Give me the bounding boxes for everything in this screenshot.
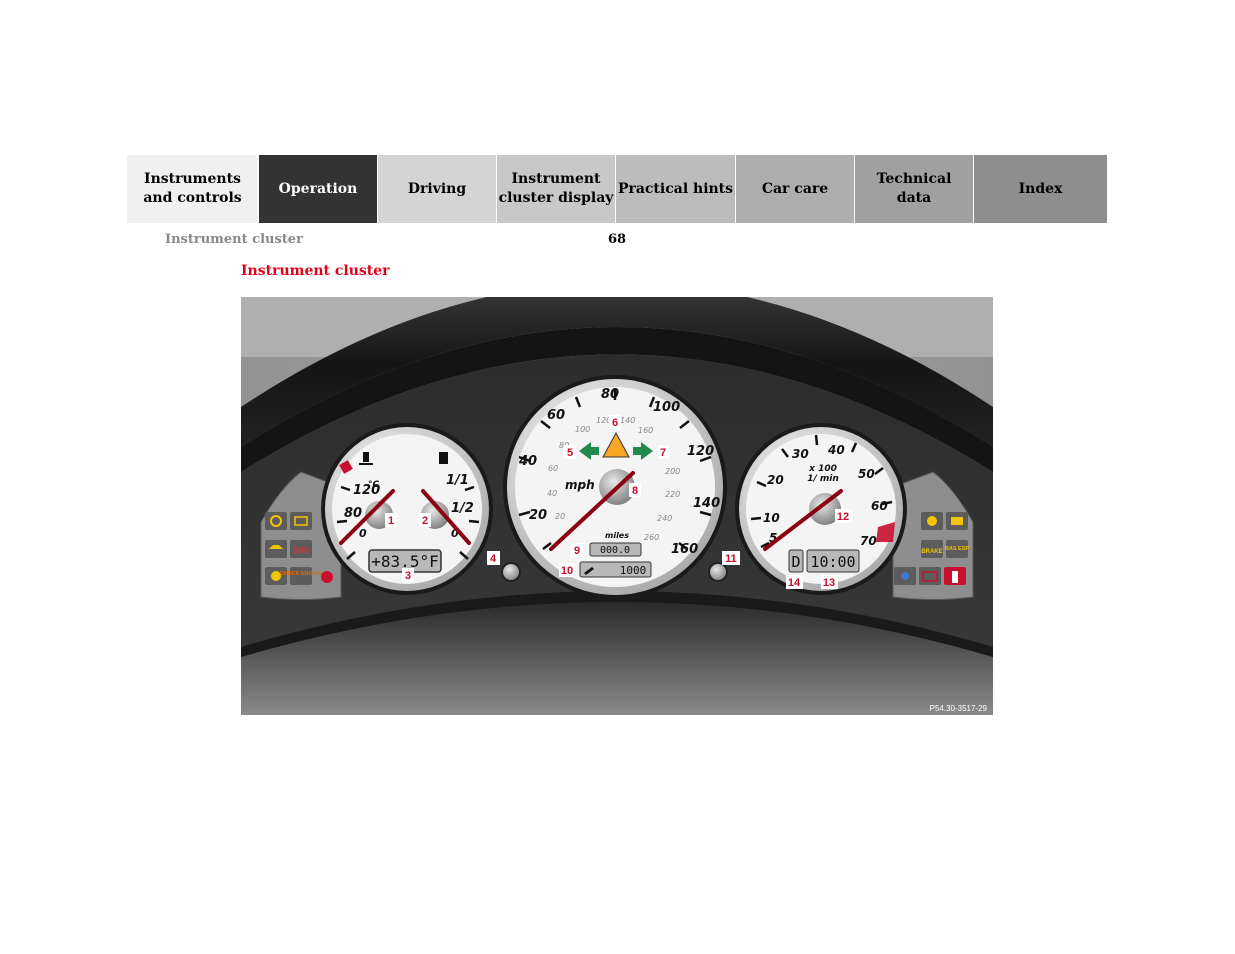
speed-160-label: 160	[671, 542, 698, 557]
speed-40-label: 40	[518, 454, 537, 469]
rpm-20-label: 20	[767, 473, 784, 487]
callout-9: 9	[574, 545, 580, 557]
srs-lamp-label: SRS	[293, 546, 310, 555]
speed-80-label: 80	[601, 387, 619, 402]
rpm-50-label: 50	[858, 467, 875, 481]
high-beam-icon	[901, 572, 909, 580]
seatbelt-icon	[952, 571, 958, 583]
speed-unit-label: mph	[565, 478, 595, 492]
speedometer: 20 40 60 80 100 120 140 160 20 40 60 80 …	[503, 375, 727, 599]
callout-7: 7	[660, 447, 666, 459]
section-title: Instrument cluster	[241, 263, 390, 279]
callout-5: 5	[567, 447, 573, 459]
tachometer: 5 10 20 30 40 50 60 70 x 100 1/ min D 10…	[735, 423, 907, 595]
figure-code: P54.30-3517-29	[930, 704, 988, 713]
rpm-40-label: 40	[827, 443, 845, 457]
running-header: Instrument cluster	[165, 232, 303, 247]
rpm-70-label: 70	[860, 534, 877, 548]
instrument-cluster-figure: SRS CHECK ENGINE BRAKE BAS ESP 120 80 0 …	[241, 297, 993, 715]
speed-140-label: 140	[693, 496, 720, 511]
callout-12: 12	[837, 511, 849, 523]
kmh-60-label: 60	[548, 464, 558, 473]
gear-indicator-display: D	[791, 553, 800, 571]
clock-adjust-knob	[708, 562, 728, 582]
kmh-120-label: 120	[596, 416, 611, 425]
callout-14: 14	[788, 577, 801, 589]
fuel-half-label: 1/2	[451, 501, 474, 516]
rpm-unit-label: 1/ min	[807, 474, 839, 484]
chapter-tab-5[interactable]: Car care	[736, 155, 855, 223]
clock-display: 10:00	[810, 553, 855, 571]
kmh-220-label: 220	[665, 490, 680, 499]
bas-esp-lamp-label: BAS ESP	[945, 546, 969, 552]
callout-4: 4	[490, 553, 497, 565]
rpm-unit-multiplier: x 100	[808, 464, 837, 474]
temp-80-label: 80	[344, 506, 362, 521]
callout-3: 3	[405, 570, 411, 582]
callout-8: 8	[632, 485, 638, 497]
speed-100-label: 100	[653, 400, 680, 415]
kmh-100-label: 100	[575, 425, 590, 434]
trip-reset-knob	[501, 562, 521, 582]
speed-20-label: 20	[529, 508, 547, 523]
chapter-tab-6[interactable]: Technical data	[855, 155, 974, 223]
chapter-tab-4[interactable]: Practical hints	[616, 155, 736, 223]
callout-10: 10	[561, 565, 573, 577]
esp-icon	[951, 517, 963, 525]
check-engine-lamp-label: CHECK ENGINE	[280, 571, 323, 577]
fuel-pump-icon	[439, 452, 448, 464]
chapter-tab-3[interactable]: Instrument cluster display	[497, 155, 616, 223]
callout-13: 13	[823, 577, 835, 589]
chapter-tab-2[interactable]: Driving	[378, 155, 497, 223]
rpm-10-label: 10	[763, 511, 780, 525]
chapter-tab-bar: Instruments and controls Operation Driving…	[127, 155, 1108, 223]
kmh-140-label: 140	[620, 416, 635, 425]
callout-2: 2	[422, 515, 428, 527]
rpm-30-label: 30	[792, 447, 809, 461]
kmh-40-label: 40	[547, 489, 557, 498]
kmh-240-label: 240	[657, 514, 672, 523]
chapter-tab-1[interactable]: Operation	[259, 155, 378, 223]
rpm-60-label: 60	[871, 499, 888, 513]
odometer-unit-label: miles	[605, 531, 629, 540]
speed-60-label: 60	[547, 408, 565, 423]
temp-unit-label: °C	[368, 480, 380, 490]
callout-11: 11	[725, 553, 737, 565]
trip-odometer-display: 000.0	[600, 545, 630, 556]
service-indicator-display: 1000	[620, 564, 647, 577]
temp-0-label: 0	[359, 527, 367, 540]
kmh-260-label: 260	[644, 533, 659, 542]
chapter-tab-0[interactable]: Instruments and controls	[127, 155, 259, 223]
chapter-tab-7[interactable]: Index	[974, 155, 1108, 223]
brake-lamp-label: BRAKE	[921, 549, 942, 555]
brake-warning-icon	[321, 571, 333, 583]
kmh-160-label: 160	[638, 426, 653, 435]
speed-120-label: 120	[687, 444, 714, 459]
callout-1: 1	[388, 515, 394, 527]
kmh-20-label: 20	[555, 512, 565, 521]
fuel-full-label: 1/1	[446, 473, 469, 488]
callout-6: 6	[612, 417, 618, 429]
page-number: 68	[608, 232, 627, 247]
abs-icon	[927, 516, 937, 526]
kmh-200-label: 200	[665, 467, 680, 476]
